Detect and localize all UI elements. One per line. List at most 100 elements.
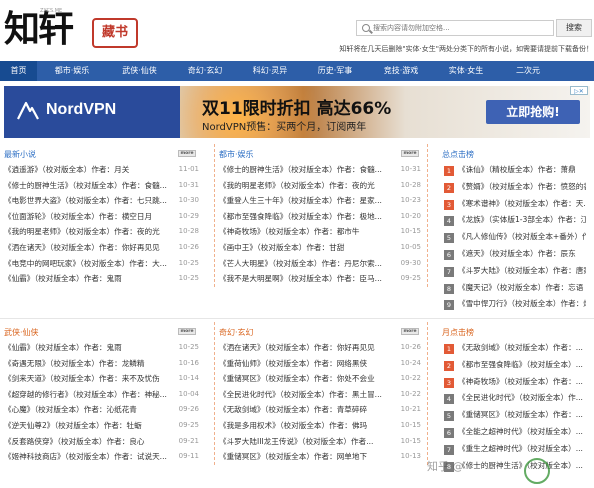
list-item[interactable]: 《电竞中的网吧玩家》（校对版全本）作者：大... 10-25 <box>0 256 205 272</box>
panel-header: 最新小说 more <box>0 144 205 162</box>
list-item[interactable]: 《仙霸》（校对版全本）作者：鬼雨 10-25 <box>0 340 205 356</box>
list-item[interactable]: 《修士的厨神生活》（校对版全本）作者：食髓... 10-31 <box>215 162 427 178</box>
nav-urban[interactable]: 都市·娱乐 <box>37 61 107 81</box>
list-item[interactable]: 《剑来天道》（校对版全本）作者：来不及忧伤 10-14 <box>0 371 205 387</box>
list-item[interactable]: 《洒在诸天》（校对版全本）作者：你好再见见 10-26 <box>0 240 205 256</box>
rank-number: 2 <box>444 360 454 371</box>
rank-item[interactable]: 7 《斗罗大陆》（校对版全本）作者：唐家... <box>438 263 590 280</box>
nav-fantasy[interactable]: 奇幻·玄幻 <box>172 61 238 81</box>
list-item[interactable]: 《姬神科技商店》（校对版全本）作者：试说天... 09-11 <box>0 449 205 465</box>
watermark-text: 知乎 @ <box>427 460 464 473</box>
ad-close-icon[interactable]: ▷✕ <box>570 86 588 95</box>
rank-number: 1 <box>444 166 454 176</box>
list-item[interactable]: 《都市至强食降临》（校对版全本）作者：极地... 10-20 <box>215 209 427 225</box>
list-item[interactable]: 《我的明星老师》（校对版全本）作者：夜的光 10-28 <box>0 224 205 240</box>
list-item[interactable]: 《重登人生三十年》（校对版全本）作者：星家... 10-23 <box>215 193 427 209</box>
rank-item[interactable]: 6 《全能之超神时代》（校对版全本）... <box>438 424 590 441</box>
rank-item[interactable]: 1 《无敌剑域》（校对版全本）作者：... <box>438 340 590 357</box>
search-icon <box>362 24 370 32</box>
site-logo[interactable]: 知轩 ZXCS.ME 藏书 <box>4 6 144 52</box>
nav-game[interactable]: 竞技·游戏 <box>368 61 434 81</box>
list-item[interactable]: 《重荷仙师》（校对版全本）作者：网络黑侠 10-24 <box>215 356 427 372</box>
list-item[interactable]: 《反套路侠穿》（校对版全本）作者：良心 09-21 <box>0 434 205 450</box>
ad-brand-block[interactable]: NordVPN <box>4 86 180 138</box>
list-item[interactable]: 《无敌剑域》（校对版全本）作者：青草碎碎 10-21 <box>215 402 427 418</box>
list-item[interactable]: 《奇遇无限》（校对版全本）作者：龙鳞精 10-16 <box>0 356 205 372</box>
ad-brand-name: NordVPN <box>46 101 117 118</box>
list-item[interactable]: 《仙霸》（校对版全本）作者：鬼雨 10-25 <box>0 271 205 287</box>
panel-header: 奇幻·玄幻 more <box>215 322 427 340</box>
list-item[interactable]: 《斗罗大陆III龙王传说》（校对版全本）作者... 10-15 <box>215 434 427 450</box>
more-button[interactable]: more <box>178 150 196 157</box>
logo-seal: 藏书 <box>92 18 138 48</box>
book-list: 《洒在诸天》（校对版全本）作者：你好再见见 10-26 《重荷仙师》（校对版全本）… <box>215 340 427 465</box>
panel-header: 都市·娱乐 more <box>215 144 427 162</box>
rank-item[interactable]: 4 《全民进化时代》（校对版全本）作... <box>438 390 590 407</box>
nordvpn-logo-icon <box>17 101 39 120</box>
rank-item[interactable]: 6 《遮天》（校对版全本）作者：辰东 <box>438 246 590 263</box>
rank-item[interactable]: 4 《龙族》（实体版1-3部全本）作者：江南 <box>438 212 590 229</box>
panel-title: 武侠·仙侠 <box>4 328 39 337</box>
rank-number: 7 <box>444 444 454 455</box>
nav-history[interactable]: 历史·军事 <box>302 61 368 81</box>
nav-home[interactable]: 首页 <box>0 61 37 81</box>
panel-title: 总点击榜 <box>442 150 474 159</box>
rank-number: 1 <box>444 344 454 354</box>
list-item[interactable]: 《逍遥游》（校对版全本）作者：月关 11-01 <box>0 162 205 178</box>
rank-number: 3 <box>444 199 454 210</box>
list-item[interactable]: 《我是多用权术》（校对版全本）作者：佛玛 10-15 <box>215 418 427 434</box>
site-header: 知轩 ZXCS.ME 藏书 搜索 知轩将在几天后删除"实体·女生"两处分类下的所… <box>0 0 594 60</box>
main-nav: 首页 都市·娱乐 武侠·仙侠 奇幻·玄幻 科幻·灵异 历史·军事 竞技·游戏 实… <box>0 61 594 81</box>
section-divider <box>0 318 594 319</box>
list-item[interactable]: 《重储冥区》（校对版全本）作者：网单地下 10-13 <box>215 449 427 465</box>
list-item[interactable]: 《心魔》（校对版全本）作者：沁纸花青 09-26 <box>0 402 205 418</box>
list-item[interactable]: 《修士的厨神生活》（校对版全本）作者：食髓... 10-31 <box>0 178 205 194</box>
list-item[interactable]: 《重储冥区》（校对版全本）作者：你处不会业 10-22 <box>215 371 427 387</box>
rank-number: 6 <box>444 249 454 260</box>
more-button[interactable]: more <box>178 328 196 335</box>
rank-item[interactable]: 1 《诛仙》（精校版全本）作者：萧鼎 <box>438 162 590 179</box>
rank-item[interactable]: 5 《重储冥区》（校对版全本）作者：... <box>438 407 590 424</box>
nav-acg[interactable]: 二次元 <box>498 61 558 81</box>
list-item[interactable]: 《洒在诸天》（校对版全本）作者：你好再见见 10-26 <box>215 340 427 356</box>
watermark-logo-icon <box>520 452 592 486</box>
more-button[interactable]: more <box>401 328 419 335</box>
list-item[interactable]: 《我不是大明星啊》（校对版全本）作者：臣马... 09-25 <box>215 271 427 287</box>
list-item[interactable]: 《神奇牧场》（校对版全本）作者：都市牛 10-15 <box>215 224 427 240</box>
search-input[interactable] <box>373 21 551 35</box>
rank-number: 5 <box>444 233 454 244</box>
search-box <box>356 20 554 36</box>
rank-number: 6 <box>444 427 454 438</box>
rank-item[interactable]: 3 《寒术谱神》（校对版全本）作者：天... <box>438 196 590 213</box>
rank-item[interactable]: 3 《神奇牧场》（校对版全本）作者：... <box>438 374 590 391</box>
ad-subtitle: NordVPN预售：买两个月，订阅两年 <box>202 122 367 133</box>
list-item[interactable]: 《我的明星老师》（校对版全本）作者：夜的光 10-28 <box>215 178 427 194</box>
list-item[interactable]: 《芒人大明星》（校对版全本）作者：丹尼尔索... 09-30 <box>215 256 427 272</box>
rank-item[interactable]: 8 《魔天记》（校对版全本）作者：忘语 <box>438 280 590 297</box>
rank-item[interactable]: 9《雪中悍刀行》（校对版全本）作者：烽火... <box>438 296 590 313</box>
list-item[interactable]: 《逆天仙尊2》（校对版全本）作者：牡蛎 09-25 <box>0 418 205 434</box>
ad-buy-button[interactable]: 立即抢购! <box>486 100 580 124</box>
more-button[interactable]: more <box>401 150 419 157</box>
list-item[interactable]: 《位面游轮》（校对版全本）作者：横空日月 10-29 <box>0 209 205 225</box>
panel-fantasy: 奇幻·玄幻 more 《洒在诸天》（校对版全本）作者：你好再见见 10-26 《重… <box>214 322 428 465</box>
panel-urban: 都市·娱乐 more 《修士的厨神生活》（校对版全本）作者：食髓... 10-31… <box>214 144 428 287</box>
rank-item[interactable]: 2 《赘婿》（校对版全本）作者：愤怒的香蕉 <box>438 179 590 196</box>
nav-female[interactable]: 实体·女生 <box>434 61 498 81</box>
panel-title: 最新小说 <box>4 150 36 159</box>
rank-list: 1 《诛仙》（精校版全本）作者：萧鼎 2 《赘婿》（校对版全本）作者：愤怒的香蕉 3… <box>438 162 590 313</box>
list-item[interactable]: 《超穿越的修行者》（校对版全本）作者：神秘... 10-04 <box>0 387 205 403</box>
rank-item[interactable]: 5 《凡人修仙传》（校对版全本+番外）作... <box>438 229 590 246</box>
nav-wuxia[interactable]: 武侠·仙侠 <box>107 61 172 81</box>
list-item[interactable]: 《画中王》（校对版全本）作者：甘甜 10-05 <box>215 240 427 256</box>
book-list: 《仙霸》（校对版全本）作者：鬼雨 10-25 《奇遇无限》（校对版全本）作者：龙鳞… <box>0 340 205 465</box>
list-item[interactable]: 《电影世界大盗》（校对版全本）作者：七只跳... 10-30 <box>0 193 205 209</box>
search-button[interactable]: 搜索 <box>556 19 592 37</box>
logo-url: ZXCS.ME <box>40 8 63 14</box>
book-list: 《逍遥游》（校对版全本）作者：月关 11-01 《修士的厨神生活》（校对版全本）作… <box>0 162 205 287</box>
rank-item[interactable]: 2 《都市至强食降临》（校对版全本）... <box>438 357 590 374</box>
list-item[interactable]: 《全民进化时代》（校对版全本）作者：黑土冒... 10-22 <box>215 387 427 403</box>
nav-scifi[interactable]: 科幻·灵异 <box>238 61 302 81</box>
panel-title: 奇幻·玄幻 <box>219 328 254 337</box>
book-list: 《修士的厨神生活》（校对版全本）作者：食髓... 10-31 《我的明星老师》（校… <box>215 162 427 287</box>
